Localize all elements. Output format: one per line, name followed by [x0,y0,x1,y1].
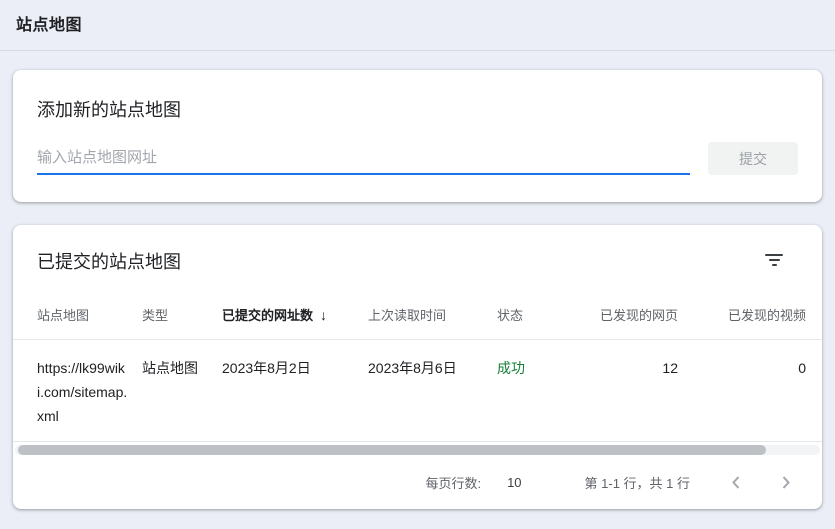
table-row[interactable]: https://lk99wiki.com/sitemap.xml 站点地图 20… [13,340,822,442]
horizontal-scrollbar-track[interactable] [15,445,820,455]
sitemap-url-input[interactable] [37,143,690,175]
submitted-card-title: 已提交的站点地图 [13,225,822,275]
horizontal-scrollbar-thumb[interactable] [18,445,766,455]
column-header-discovered-videos[interactable]: 已发现的视频 [678,305,806,324]
cell-discovered-pages: 12 [594,356,678,428]
previous-page-button[interactable] [724,470,748,494]
column-header-last-read[interactable]: 上次读取时间 [368,305,497,324]
add-sitemap-card-title: 添加新的站点地图 [37,70,798,123]
column-header-submitted-urls-label: 已提交的网址数 [222,308,313,323]
rows-per-page-value[interactable]: 10 [507,475,521,490]
rows-per-page-label: 每页行数: [425,473,481,492]
next-page-button[interactable] [774,470,798,494]
cell-last-read-date: 2023年8月6日 [368,356,497,428]
chevron-right-icon [782,476,790,489]
column-header-type[interactable]: 类型 [142,305,222,324]
filter-list-icon[interactable] [764,252,784,268]
cell-submitted-date: 2023年8月2日 [222,356,368,428]
pagination-range-label: 第 1-1 行，共 1 行 [585,473,690,492]
cell-status-badge: 成功 [497,356,594,428]
chevron-left-icon [732,476,740,489]
column-header-submitted-urls[interactable]: 已提交的网址数 ↓ [222,305,368,324]
column-header-discovered-pages[interactable]: 已发现的网页 [594,305,678,324]
table-header-row: 站点地图 类型 已提交的网址数 ↓ 上次读取时间 状态 已发现的网页 已发现的视频 [13,290,822,340]
pagination-bar: 每页行数: 10 第 1-1 行，共 1 行 [13,455,822,509]
cell-sitemap-url[interactable]: https://lk99wiki.com/sitemap.xml [37,356,142,428]
submitted-sitemaps-card: 已提交的站点地图 站点地图 类型 已提交的网址数 ↓ 上次读取时间 状态 已发现的… [13,225,822,509]
page-title: 站点地图 [16,11,819,35]
sort-descending-icon: ↓ [320,307,327,323]
column-header-sitemap[interactable]: 站点地图 [37,305,142,324]
column-header-status[interactable]: 状态 [497,305,594,324]
submit-button[interactable]: 提交 [708,142,798,175]
cell-type: 站点地图 [142,356,222,428]
cell-discovered-videos: 0 [678,356,806,428]
add-sitemap-card: 添加新的站点地图 提交 [13,70,822,202]
page-header: 站点地图 [0,0,835,51]
add-sitemap-form: 提交 [37,142,798,175]
